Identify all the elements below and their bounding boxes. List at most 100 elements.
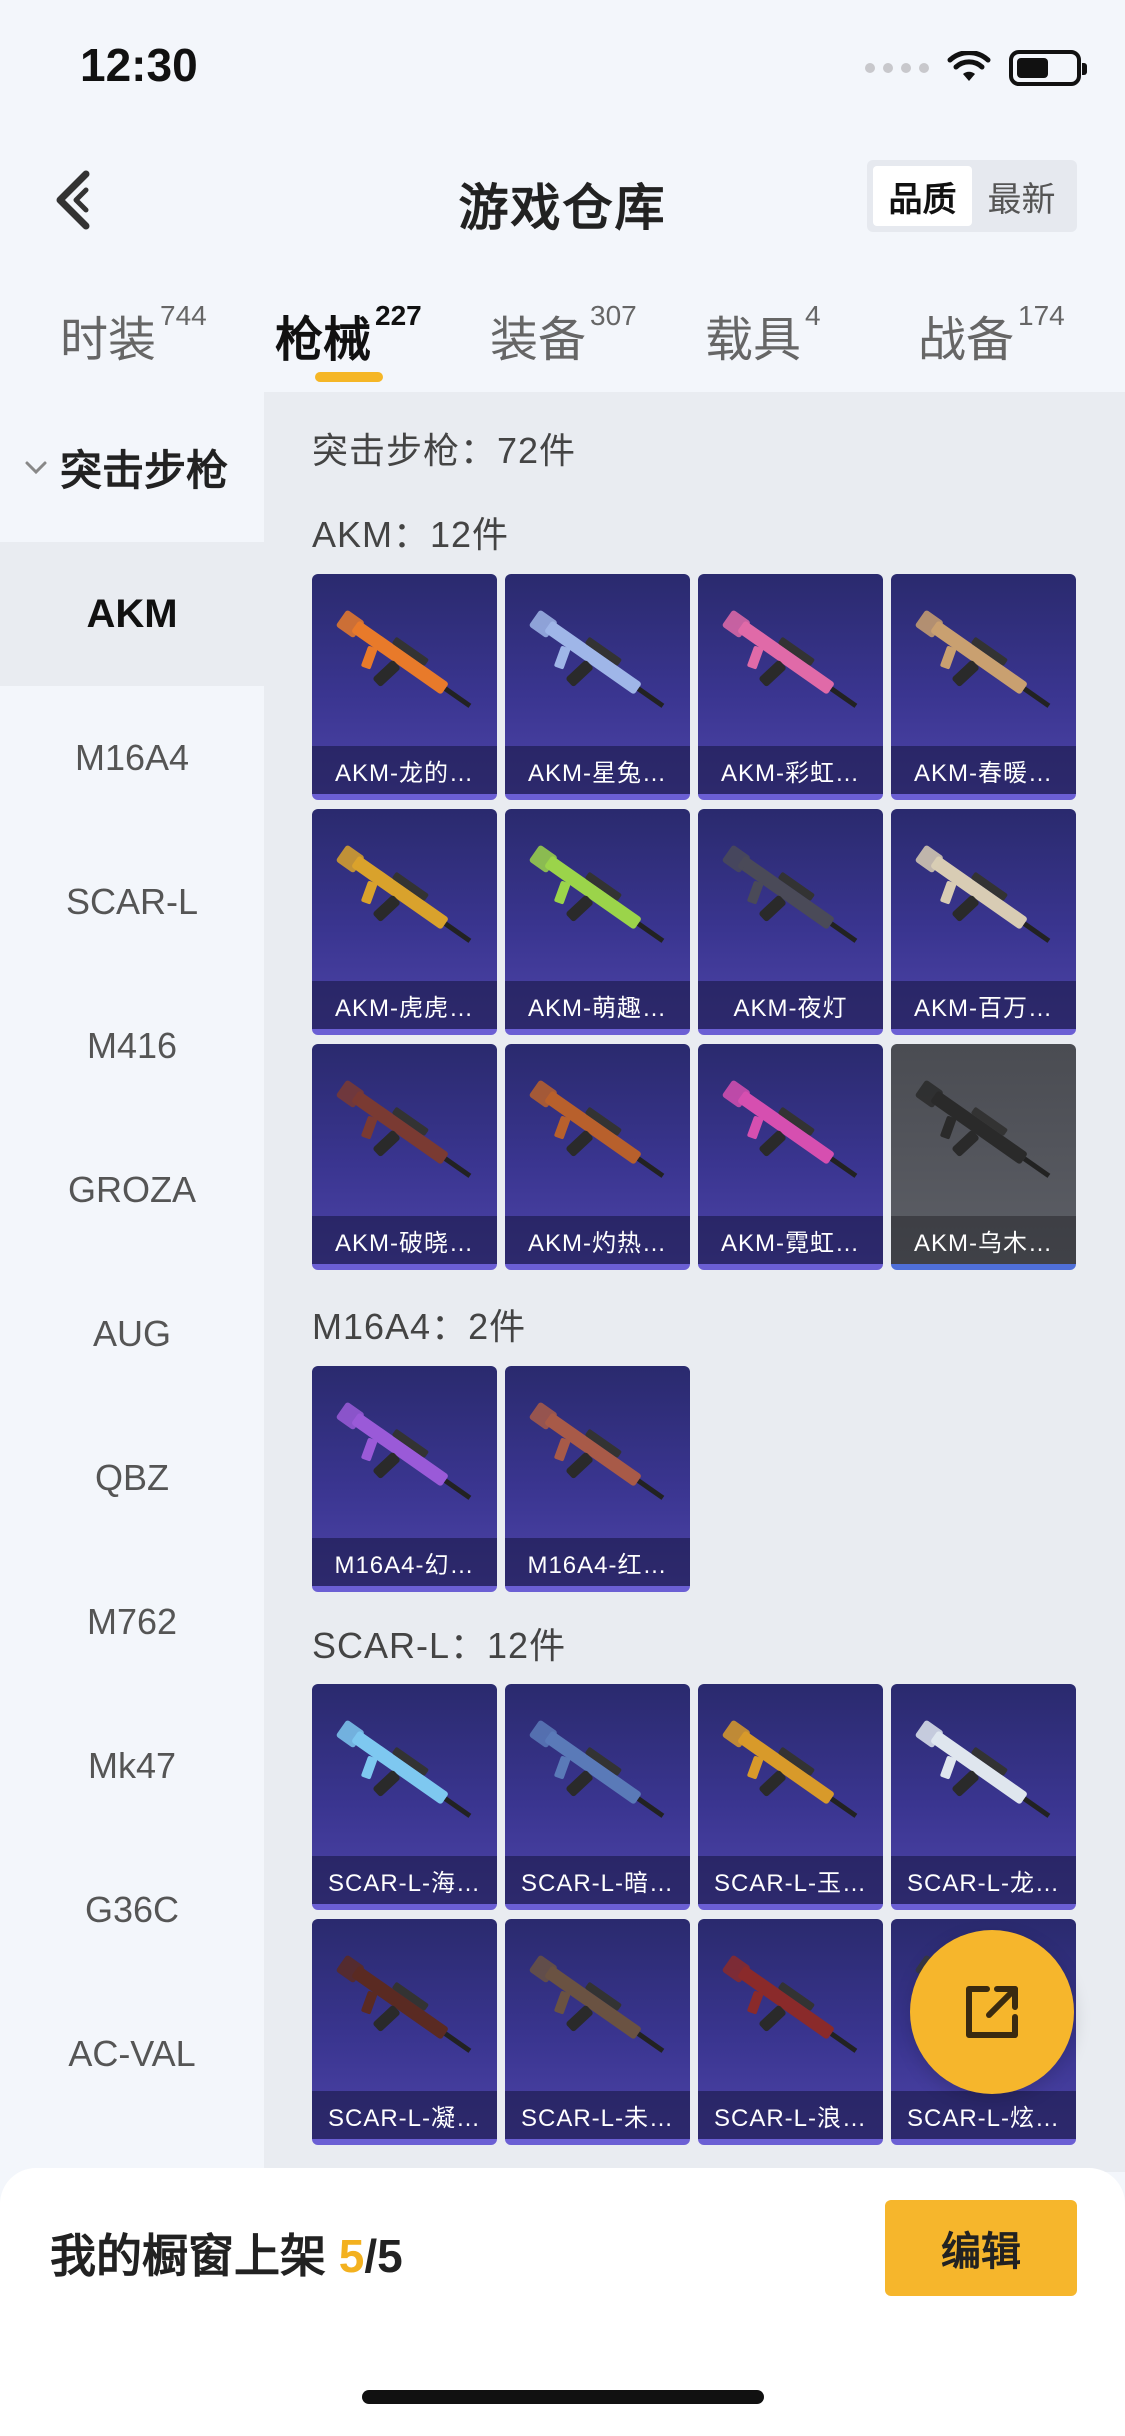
- sort-option-latest[interactable]: 最新: [972, 166, 1071, 226]
- sidebar-item-m416[interactable]: M416: [0, 974, 264, 1118]
- weapon-card-label: AKM-萌趣…: [505, 981, 690, 1029]
- bottom-bar: 我的橱窗上架 5/5 编辑: [0, 2168, 1125, 2436]
- sidebar-item-ac-val[interactable]: AC-VAL: [0, 1982, 264, 2126]
- weapon-card-label: AKM-破晓…: [312, 1216, 497, 1264]
- weapon-skin-image: [529, 1402, 665, 1500]
- weapon-card[interactable]: AKM-萌趣…: [505, 809, 690, 1035]
- back-button[interactable]: [44, 160, 124, 240]
- weapon-card[interactable]: AKM-星兔…: [505, 574, 690, 800]
- weapon-skin-image: [722, 845, 858, 943]
- sidebar-group-label: 突击步枪: [60, 446, 229, 494]
- weapon-skin-image: [722, 1080, 858, 1178]
- tab-count: 174: [1018, 300, 1065, 331]
- weapon-skin-image: [915, 1720, 1051, 1818]
- weapon-card[interactable]: SCAR-L-玉…: [698, 1684, 883, 1910]
- weapon-card-label: AKM-龙的…: [312, 746, 497, 794]
- weapon-skin-image: [529, 1955, 665, 2053]
- weapon-card[interactable]: M16A4-红…: [505, 1366, 690, 1592]
- edit-button[interactable]: 编辑: [885, 2200, 1077, 2296]
- tab-vehicles[interactable]: 载具 4: [705, 300, 821, 370]
- weapon-card[interactable]: AKM-夜灯: [698, 809, 883, 1035]
- weapon-card-label: M16A4-红…: [505, 1538, 690, 1586]
- weapon-card[interactable]: AKM-百万…: [891, 809, 1076, 1035]
- weapon-card-label: AKM-百万…: [891, 981, 1076, 1029]
- active-tab-indicator: [315, 372, 383, 382]
- weapon-card[interactable]: AKM-灼热…: [505, 1044, 690, 1270]
- tab-count: 307: [590, 300, 637, 331]
- weapon-card[interactable]: M16A4-幻…: [312, 1366, 497, 1592]
- weapon-list: 突击步枪：72件 AKM：12件 M16A4：2件 SCAR-L：12件 AKM…: [264, 392, 1125, 2172]
- weapon-skin-image: [529, 610, 665, 708]
- weapon-card-label: M16A4-幻…: [312, 1538, 497, 1586]
- weapon-card[interactable]: AKM-霓虹…: [698, 1044, 883, 1270]
- weapon-card[interactable]: SCAR-L-海…: [312, 1684, 497, 1910]
- section-title-akm: AKM：12件: [312, 514, 510, 555]
- weapon-card[interactable]: SCAR-L-龙…: [891, 1684, 1076, 1910]
- sidebar-item-scar-l[interactable]: SCAR-L: [0, 830, 264, 974]
- tab-combat-gear[interactable]: 战备 174: [918, 300, 1065, 370]
- sidebar-item-g36c[interactable]: G36C: [0, 1838, 264, 1982]
- weapon-card-label: SCAR-L-未…: [505, 2091, 690, 2139]
- weapon-skin-image: [915, 1080, 1051, 1178]
- weapon-card-label: SCAR-L-凝…: [312, 2091, 497, 2139]
- tab-count: 744: [160, 300, 207, 331]
- sidebar-item-groza[interactable]: GROZA: [0, 1118, 264, 1262]
- showcase-current-count: 5: [338, 2230, 365, 2282]
- battery-icon: [1009, 50, 1087, 86]
- weapon-skin-image: [529, 845, 665, 943]
- weapon-skin-image: [336, 610, 472, 708]
- weapon-card[interactable]: SCAR-L-凝…: [312, 1919, 497, 2145]
- home-indicator[interactable]: [362, 2390, 764, 2404]
- sidebar-item-akm[interactable]: AKM: [0, 542, 264, 686]
- tab-fashion[interactable]: 时装 744: [60, 300, 207, 370]
- category-summary: 突击步枪：72件: [312, 430, 577, 471]
- weapon-card[interactable]: SCAR-L-浪…: [698, 1919, 883, 2145]
- status-bar: 12:30: [0, 0, 1125, 140]
- weapon-card-label: SCAR-L-玉…: [698, 1856, 883, 1904]
- weapon-card-label: SCAR-L-龙…: [891, 1856, 1076, 1904]
- wifi-icon: [947, 51, 991, 81]
- weapon-skin-image: [529, 1080, 665, 1178]
- category-tabs: 时装 744 枪械 227 装备 307 载具 4 战备 174: [0, 280, 1125, 390]
- weapon-skin-image: [722, 610, 858, 708]
- weapon-card-label: SCAR-L-海…: [312, 1856, 497, 1904]
- tab-label: 载具: [705, 314, 802, 367]
- weapon-card[interactable]: SCAR-L-未…: [505, 1919, 690, 2145]
- weapon-card-label: AKM-乌木…: [891, 1216, 1076, 1264]
- sidebar-item-qbz[interactable]: QBZ: [0, 1406, 264, 1550]
- weapon-skin-image: [915, 845, 1051, 943]
- showcase-label: 我的橱窗上架: [50, 2230, 326, 2282]
- sidebar-item-aug[interactable]: AUG: [0, 1262, 264, 1406]
- weapon-skin-image: [722, 1955, 858, 2053]
- sidebar-item-m762[interactable]: M762: [0, 1550, 264, 1694]
- weapon-card[interactable]: AKM-龙的…: [312, 574, 497, 800]
- weapon-skin-image: [336, 1720, 472, 1818]
- share-button[interactable]: [910, 1930, 1074, 2094]
- weapon-card[interactable]: AKM-彩虹…: [698, 574, 883, 800]
- status-time: 12:30: [80, 39, 198, 91]
- weapon-card[interactable]: AKM-乌木…: [891, 1044, 1076, 1270]
- weapon-card[interactable]: AKM-破晓…: [312, 1044, 497, 1270]
- weapon-card-label: AKM-虎虎…: [312, 981, 497, 1029]
- sort-toggle: 品质 最新: [867, 160, 1077, 232]
- weapon-card[interactable]: AKM-虎虎…: [312, 809, 497, 1035]
- weapon-skin-image: [529, 1720, 665, 1818]
- tab-equipment[interactable]: 装备 307: [490, 300, 637, 370]
- sidebar-item-m16a4[interactable]: M16A4: [0, 686, 264, 830]
- weapon-card[interactable]: AKM-春暖…: [891, 574, 1076, 800]
- weapon-card-label: SCAR-L-暗…: [505, 1856, 690, 1904]
- tab-label: 战备: [918, 314, 1015, 367]
- tab-firearms[interactable]: 枪械 227: [275, 300, 422, 382]
- section-title-scar-l: SCAR-L：12件: [312, 1625, 567, 1666]
- weapon-skin-image: [722, 1720, 858, 1818]
- sidebar-item-mk47[interactable]: Mk47: [0, 1694, 264, 1838]
- weapon-card-label: AKM-星兔…: [505, 746, 690, 794]
- showcase-status: 我的橱窗上架 5/5: [50, 2220, 403, 2286]
- weapon-card[interactable]: SCAR-L-暗…: [505, 1684, 690, 1910]
- sidebar-group-assault-rifles[interactable]: 突击步枪: [0, 392, 264, 542]
- weapon-skin-image: [915, 610, 1051, 708]
- weapon-sidebar: 突击步枪 AKM M16A4 SCAR-L M416 GROZA AUG QBZ…: [0, 392, 264, 2152]
- sort-option-quality[interactable]: 品质: [873, 166, 972, 226]
- weapon-card-label: AKM-春暖…: [891, 746, 1076, 794]
- weapon-card-label: AKM-霓虹…: [698, 1216, 883, 1264]
